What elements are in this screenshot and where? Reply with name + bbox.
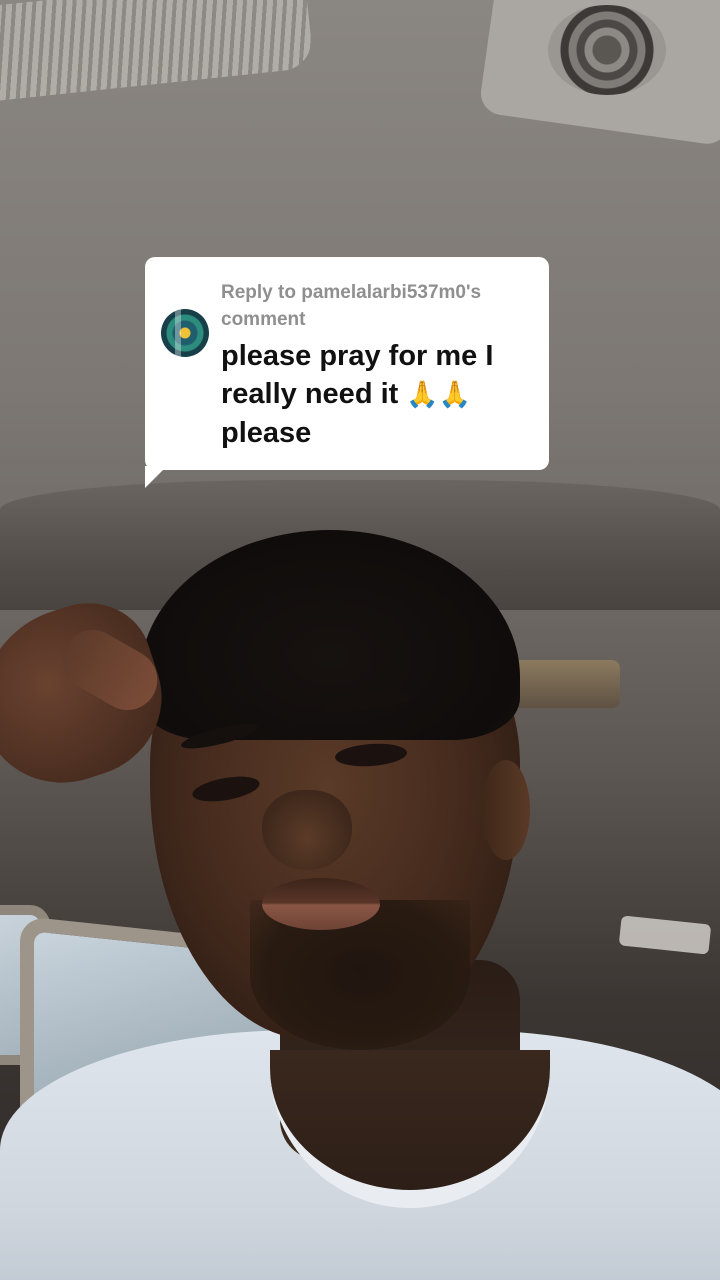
- reply-bubble-tail: [145, 466, 167, 488]
- video-frame[interactable]: Reply to pamelalarbi537m0's comment plea…: [0, 0, 720, 1280]
- person-ear: [482, 760, 530, 860]
- comment-line-1: please pray for me I: [221, 340, 494, 372]
- reply-comment-text: please pray for me I really need it 🙏🙏 p…: [221, 337, 531, 452]
- person-nose: [262, 790, 352, 870]
- praying-hands-icon: 🙏🙏: [406, 380, 472, 410]
- dome-light: [512, 660, 620, 708]
- ceiling-speaker: [548, 5, 666, 95]
- air-vent: [0, 0, 315, 102]
- comment-line-3: please: [221, 417, 312, 449]
- comment-line-2: really need it: [221, 378, 399, 410]
- reply-to-label: Reply to pamelalarbi537m0's comment: [221, 282, 482, 330]
- commenter-avatar[interactable]: [161, 309, 209, 357]
- person-lips: [262, 878, 380, 930]
- rear-light: [618, 915, 712, 955]
